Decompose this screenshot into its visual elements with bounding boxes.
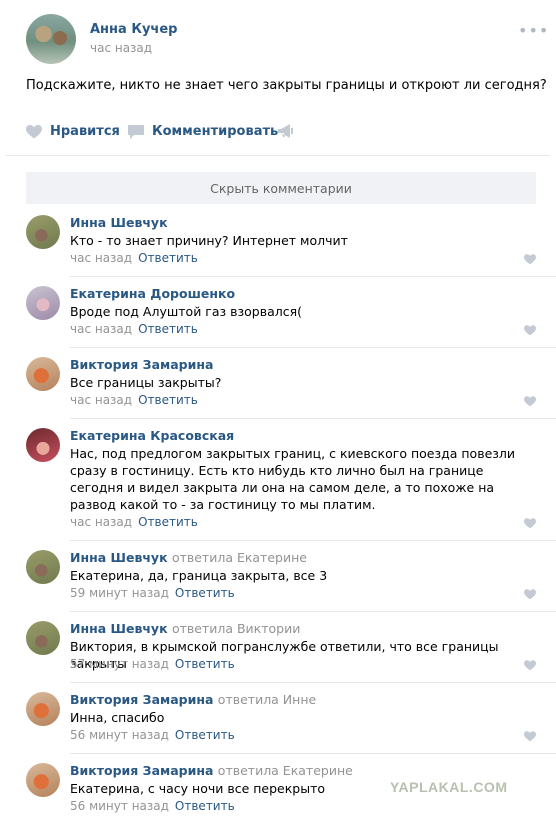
comment-meta: час назад Ответить [70,515,198,529]
comment-text: Екатерина, да, граница закрыта, все 3 [70,568,328,583]
heart-icon[interactable] [524,589,536,600]
comment-time[interactable]: 56 минут назад [70,728,169,742]
commenter-avatar[interactable] [26,763,60,797]
comment-time[interactable]: час назад [70,322,132,336]
commenter-avatar[interactable] [26,286,60,320]
share-button[interactable] [278,124,302,138]
post-text: Подскажите, никто не знает чего закрыты … [26,78,547,93]
comment-time[interactable]: 59 минут назад [70,586,169,600]
hide-comments-button[interactable]: Скрыть комментарии [26,172,536,204]
commenter-name[interactable]: Инна Шевчук [70,215,168,230]
more-options-icon[interactable]: ••• [518,23,549,39]
heart-icon[interactable] [524,660,536,671]
comment-divider [70,347,556,348]
like-button[interactable]: Нравится [26,124,120,139]
replied-to: ответила Инне [217,692,317,707]
heart-icon[interactable] [524,254,536,265]
comment-divider [70,753,556,754]
heart-icon[interactable] [524,731,536,742]
megaphone-icon [278,124,293,138]
heart-icon[interactable] [524,396,536,407]
comment-meta: 59 минут назад Ответить [70,586,235,600]
comment-text: Кто - то знает причину? Интернет молчит [70,233,348,248]
commenter-name[interactable]: Инна Шевчук ответила Виктории [70,621,300,636]
comment-meta: 56 минут назад Ответить [70,799,235,813]
reply-button[interactable]: Ответить [138,515,198,529]
commenter-name[interactable]: Виктория Замарина ответила Инне [70,692,316,707]
heart-icon [26,124,42,138]
replied-to: ответила Виктории [171,621,301,636]
commenter-avatar[interactable] [26,692,60,726]
comment-divider [70,276,556,277]
commenter-avatar[interactable] [26,428,60,462]
author-avatar[interactable] [26,14,76,64]
commenter-name[interactable]: Инна Шевчук ответила Екатерине [70,550,307,565]
commenter-avatar[interactable] [26,550,60,584]
reply-button[interactable]: Ответить [175,586,235,600]
comment-divider [70,611,556,612]
reply-button[interactable]: Ответить [138,251,198,265]
comment-label: Комментировать [152,124,279,139]
comment-text: Вроде под Алуштой газ взорвался( [70,304,303,319]
comment-text: Все границы закрыты? [70,375,222,390]
comment-time[interactable]: час назад [70,515,132,529]
heart-icon[interactable] [524,325,536,336]
commenter-name[interactable]: Виктория Замарина ответила Екатерине [70,763,353,778]
post-divider [6,155,550,156]
comment-meta: час назад Ответить [70,251,198,265]
reply-button[interactable]: Ответить [175,799,235,813]
comment-icon [128,124,144,139]
commenter-avatar[interactable] [26,215,60,249]
heart-icon[interactable] [524,518,536,529]
comment-divider [70,540,556,541]
comment-time[interactable]: час назад [70,393,132,407]
reply-button[interactable]: Ответить [175,728,235,742]
comment-button[interactable]: Комментировать [128,124,278,139]
comment-text: Нас, под предлогом закрытых границ, с ки… [70,446,516,512]
comment-time[interactable]: 56 минут назад [70,799,169,813]
reply-button[interactable]: Ответить [175,657,235,671]
commenter-name[interactable]: Виктория Замарина [70,357,213,372]
comment-meta: 56 минут назад Ответить [70,728,235,742]
like-label: Нравится [50,124,120,139]
post-card: Анна Кучер час назад ••• Подскажите, ник… [6,0,556,818]
commenter-name[interactable]: Екатерина Красовская [70,428,234,443]
comment-meta: час назад Ответить [70,393,198,407]
commenter-avatar[interactable] [26,621,60,655]
comment-text: Инна, спасибо [70,710,165,725]
reply-button[interactable]: Ответить [138,322,198,336]
comment-meta: час назад Ответить [70,322,198,336]
comment-meta: 57 минут назад Ответить [70,657,235,671]
watermark: YAPLAKAL.COM [390,779,508,795]
commenter-avatar[interactable] [26,357,60,391]
comment-divider [70,682,556,683]
comment-time[interactable]: час назад [70,251,132,265]
reply-button[interactable]: Ответить [138,393,198,407]
commenter-name[interactable]: Екатерина Дорошенко [70,286,235,301]
replied-to: ответила Екатерине [217,763,353,778]
post-time[interactable]: час назад [90,41,152,55]
comment-divider [70,418,556,419]
post-author-name[interactable]: Анна Кучер [90,22,177,37]
replied-to: ответила Екатерине [171,550,307,565]
comment-time[interactable]: 57 минут назад [70,657,169,671]
